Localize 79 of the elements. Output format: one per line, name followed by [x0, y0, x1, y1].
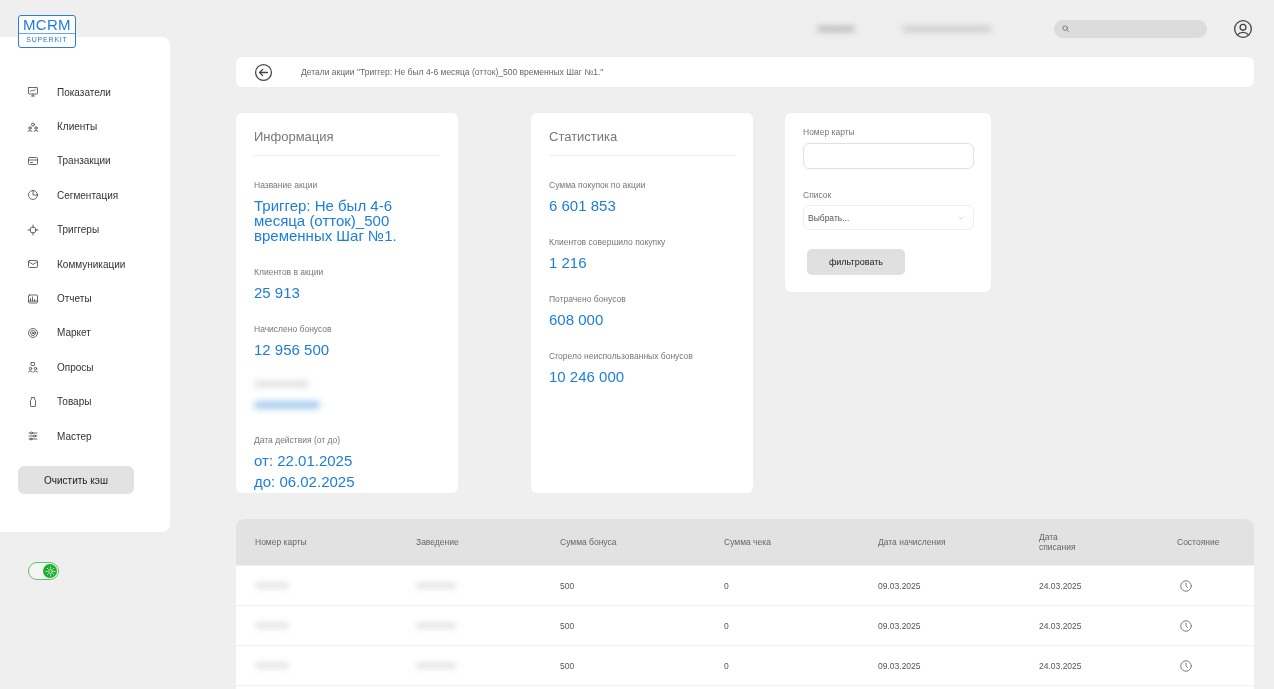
table-cell-text: 09.03.2025 [877, 660, 922, 671]
field-label: Начислено бонусов [254, 324, 333, 334]
back-icon[interactable] [254, 62, 273, 82]
search-icon [1061, 24, 1070, 33]
redacted-text [817, 25, 855, 32]
field-value: 608 000 [549, 312, 605, 327]
envelope-icon [27, 258, 39, 271]
table-cell-text: 24.03.2025 [1038, 580, 1083, 591]
card-title: Информация [254, 129, 440, 156]
field-value: 1 216 [549, 255, 588, 270]
people-icon [27, 120, 39, 133]
table-cell-text: 500 [559, 660, 576, 671]
column-header: Заведение [415, 537, 460, 547]
field-value: до: 06.02.2025 [254, 474, 356, 489]
field-value: Триггер: Не был 4-6 месяца (отток)_500 временных Шаг №1. [254, 198, 398, 243]
field-label: Сумма покупок по акции [549, 180, 647, 190]
clock-icon [1179, 618, 1193, 633]
field-label: Номер карты [803, 127, 856, 137]
target-icon [27, 326, 39, 339]
sliders-icon [27, 430, 39, 443]
nav-item[interactable]: Сегментация [18, 178, 137, 213]
field-value: 12 956 500 [254, 342, 331, 357]
nav-item[interactable]: Опросы [18, 350, 137, 385]
card-title: Статистика [549, 129, 735, 156]
nav-item[interactable]: Мастер [18, 418, 137, 454]
nav-item[interactable]: Отчеты [18, 281, 137, 316]
filter-button[interactable]: фильтровать [807, 249, 905, 275]
column-header: Сумма чека [723, 537, 772, 547]
table-cell-text: 09.03.2025 [877, 580, 922, 591]
field-value: от: 22.01.2025 [254, 453, 354, 468]
field-value: 10 246 000 [549, 369, 626, 384]
table-cell-text: 500 [559, 620, 576, 631]
pie-chart-icon [27, 189, 39, 202]
nav-item[interactable]: Клиенты [18, 109, 137, 144]
column-header: Состояние [1176, 537, 1221, 547]
column-header: Номер карты [254, 537, 308, 547]
nav-item[interactable]: Показатели [18, 75, 137, 110]
field-value: 25 913 [254, 285, 301, 300]
nav-item[interactable]: Триггеры [18, 212, 137, 247]
field-label: Дата действия (от до) [254, 435, 342, 445]
card-icon [27, 154, 39, 167]
people-icon [27, 361, 39, 374]
table-cell-text: 24.03.2025 [1038, 660, 1083, 671]
clock-icon [1179, 658, 1193, 673]
column-header: Дата списания [1038, 532, 1077, 552]
table-cell-text: 0 [723, 580, 730, 591]
table-cell-text: 09.03.2025 [877, 620, 922, 631]
report-icon [27, 292, 39, 305]
field-label: Клиентов в акции [254, 267, 325, 277]
field-label: Список [803, 190, 833, 200]
field-value: 6 601 853 [549, 198, 617, 213]
nav-item[interactable]: Коммуникации [18, 246, 137, 282]
card-number-field[interactable] [803, 143, 974, 169]
field-label: Потрачено бонусов [549, 294, 627, 304]
column-header: Дата начисления [877, 537, 947, 547]
sun-icon [44, 565, 56, 577]
crosshair-icon [27, 223, 39, 236]
nav-item[interactable]: Товары [18, 384, 137, 419]
table-cell-text: 500 [559, 580, 576, 591]
nav-item[interactable]: Транзакции [18, 143, 137, 179]
clear-cache-button[interactable]: Очистить кэш [18, 466, 134, 495]
bag-icon [27, 395, 39, 408]
theme-toggle[interactable] [28, 562, 59, 580]
redacted-text [254, 401, 320, 409]
table-cell-text: 24.03.2025 [1038, 620, 1083, 631]
column-header: Сумма бонуса [559, 537, 618, 547]
list-dropdown[interactable]: Выбрать... [803, 205, 974, 230]
field-label: Название акции [254, 180, 319, 190]
table-cell-text: 0 [723, 620, 730, 631]
field-label: Сгорело неиспользованных бонусов [549, 351, 694, 361]
user-icon[interactable] [1233, 18, 1253, 39]
table-cell-text: 0 [723, 660, 730, 671]
logo-title: MCRM [23, 16, 71, 33]
monitor-icon [27, 86, 39, 99]
clock-icon [1179, 578, 1193, 593]
page-title: Детали акции "Триггер: Не был 4-6 месяца (отток)_500 временных Шаг №1." [301, 67, 604, 77]
field-label: Клиентов совершило покупку [549, 237, 667, 247]
nav-item[interactable]: Маркет [18, 315, 137, 351]
search-field[interactable] [1054, 19, 1207, 38]
